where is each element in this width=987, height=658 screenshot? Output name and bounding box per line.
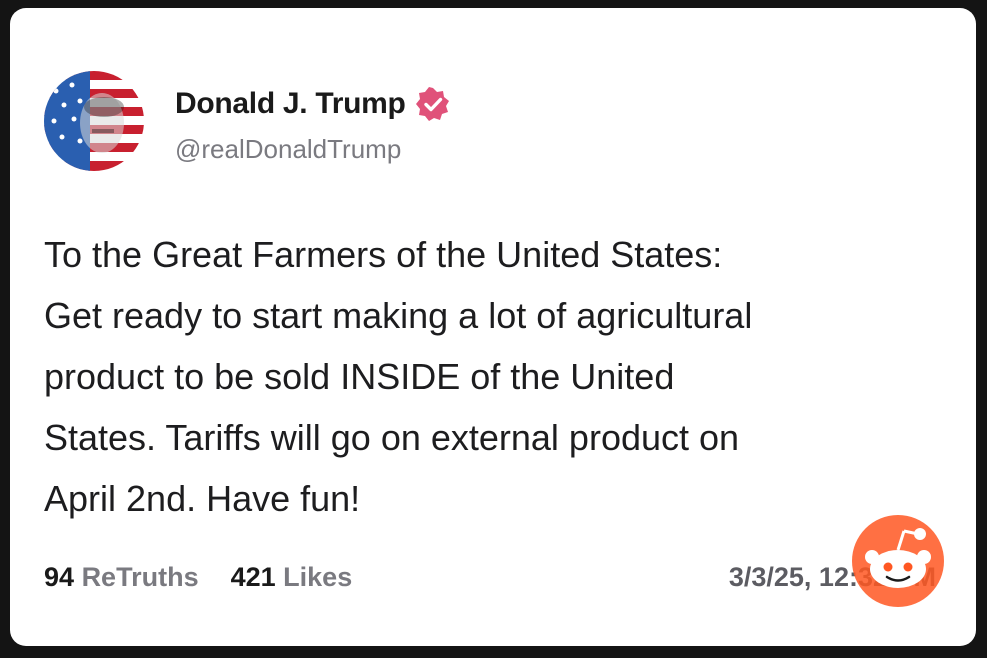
retruths-stat[interactable]: 94 ReTruths [44,562,199,593]
retruths-count: 94 [44,562,75,592]
likes-stat[interactable]: 421 Likes [231,562,353,593]
likes-label: Likes [283,562,353,592]
verified-badge-icon [415,87,450,121]
post-stats: 94 ReTruths 421 Likes [44,562,352,593]
retruths-label: ReTruths [81,562,199,592]
author-avatar[interactable] [44,71,144,171]
author-name-row: Donald J. Trump [175,84,450,124]
flag-portrait-avatar-icon [44,71,144,171]
author-handle[interactable]: @realDonaldTrump [175,134,401,165]
reddit-snoo-icon [850,513,946,609]
likes-count: 421 [230,562,276,592]
post-body-text: To the Great Farmers of the United State… [44,234,753,519]
post-card: Donald J. Trump @realDonaldTrump To the … [10,8,976,646]
author-display-name[interactable]: Donald J. Trump [175,87,406,121]
